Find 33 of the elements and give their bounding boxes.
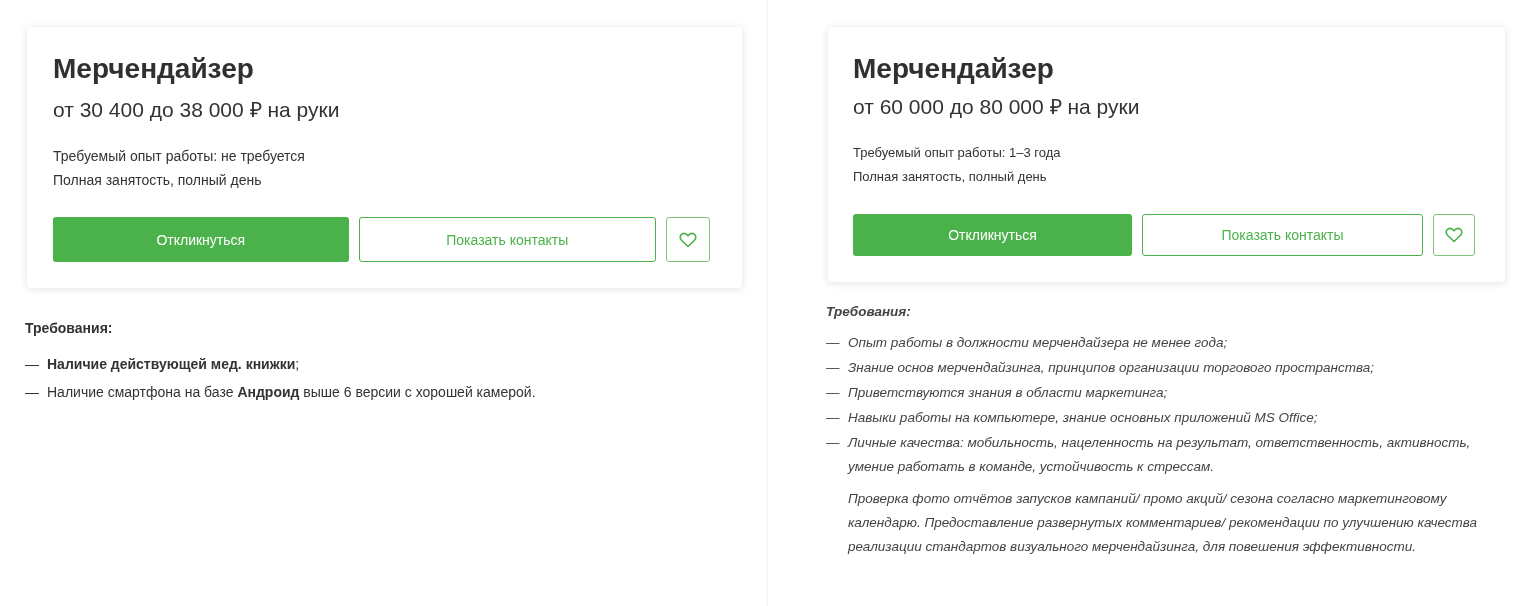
requirement-text: Проверка фото отчётов запусков кампаний/ промо акций/ сезона согласно маркетинговому календарю. Предоставление развернутых комментариев/ рекомендации по улучшению качества реализации стандартов визуального мерчендайзинга, для повешения эффективности. bbox=[848, 490, 1479, 556]
employment-text: Полная занятость, полный день bbox=[53, 171, 263, 190]
respond-button[interactable]: Откликнуться bbox=[853, 214, 1132, 256]
requirements-heading: Требования: bbox=[25, 320, 114, 336]
experience-text: Требуемый опыт работы: 1–3 года bbox=[853, 144, 1062, 162]
requirement-text: Наличие действующей мед. книжки; bbox=[47, 355, 300, 374]
requirement-text: Знание основ мерчендайзинга, принципов организации торгового пространства; bbox=[848, 359, 1374, 377]
experience-text: Требуемый опыт работы: не требуется bbox=[53, 147, 306, 166]
respond-button[interactable]: Откликнуться bbox=[53, 217, 349, 262]
requirement-text: Приветствуются знания в области маркетинга; bbox=[848, 384, 1168, 402]
requirement-text: Личные качества: мобильность, нацеленность на результат, ответственность, активность, умение работать в команде, устойчивость к стрессам. bbox=[848, 434, 1472, 476]
dash-marker: — bbox=[25, 383, 40, 402]
dash-marker: — bbox=[25, 355, 40, 374]
dash-marker: — bbox=[826, 409, 841, 427]
requirement-text: Опыт работы в должности мерчендайзера не менее года; bbox=[848, 334, 1228, 352]
dash-marker: — bbox=[826, 334, 841, 352]
employment-text: Полная занятость, полный день bbox=[853, 168, 1048, 186]
heart-icon bbox=[679, 231, 697, 248]
dash-marker: — bbox=[826, 434, 841, 452]
requirement-text: Наличие смартфона на базе Андроид выше 6 версии с хорошей камерой. bbox=[47, 383, 536, 402]
favorite-button[interactable] bbox=[1433, 214, 1475, 256]
salary-text: от 60 000 до 80 000 ₽ на руки bbox=[853, 94, 1141, 120]
salary-text: от 30 400 до 38 000 ₽ на руки bbox=[53, 97, 341, 123]
requirements-heading: Требования: bbox=[826, 304, 912, 319]
show-contacts-button[interactable]: Показать контакты bbox=[358, 217, 656, 262]
vacancy-title: Мерчендайзер bbox=[53, 52, 255, 86]
requirement-text: Навыки работы на компьютере, знание основных приложений MS Office; bbox=[848, 409, 1318, 427]
show-contacts-button[interactable]: Показать контакты bbox=[1142, 214, 1423, 256]
dash-marker: — bbox=[826, 359, 841, 377]
heart-icon bbox=[1445, 227, 1463, 243]
favorite-button[interactable] bbox=[666, 217, 710, 262]
dash-marker: — bbox=[826, 384, 841, 402]
vacancy-title: Мерчендайзер bbox=[853, 52, 1055, 86]
